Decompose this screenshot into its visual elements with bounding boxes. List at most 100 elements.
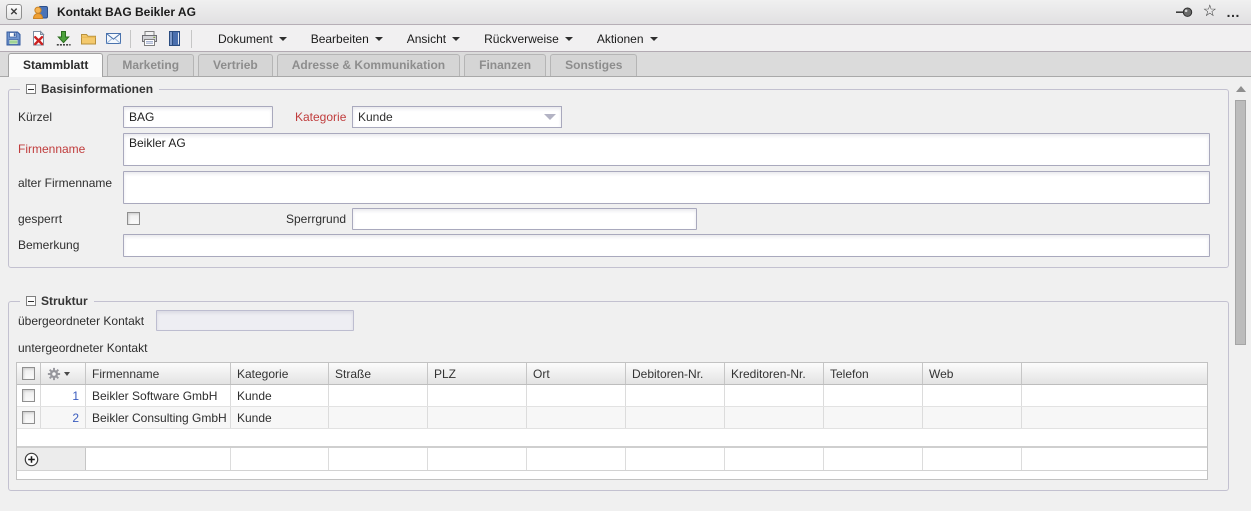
cell-kategorie[interactable]: Kunde [231,385,329,406]
untergeordneter-kontakt-label: untergeordneter Kontakt [18,341,147,355]
archive-button[interactable] [162,28,186,50]
print-icon [141,30,158,47]
window-title: Kontakt BAG Beikler AG [57,5,196,19]
favorite-star-button[interactable]: ☆ [1203,5,1217,19]
row-select-cell[interactable] [17,407,41,428]
toolbar-separator [191,30,192,48]
new-row-cell[interactable] [824,448,923,470]
print-button[interactable] [137,28,161,50]
cell-ort[interactable] [527,385,626,406]
alter-firmenname-label: alter Firmenname [18,176,112,190]
cell-kategorie[interactable]: Kunde [231,407,329,428]
cell-debitoren-nr[interactable] [626,385,725,406]
cell-web[interactable] [923,385,1022,406]
open-folder-button[interactable] [76,28,100,50]
new-row-cell[interactable] [428,448,527,470]
table-row[interactable]: 2 Beikler Consulting GmbH Kunde [17,407,1207,429]
menu-ansicht[interactable]: Ansicht [395,28,472,50]
collapse-icon[interactable] [26,84,36,94]
row-checkbox[interactable] [22,411,35,424]
gesperrt-checkbox[interactable] [127,212,140,225]
column-header-plz[interactable]: PLZ [428,363,527,384]
alter-firmenname-textarea[interactable] [123,171,1210,204]
new-row-cell[interactable] [626,448,725,470]
column-header-firmenname[interactable]: Firmenname [86,363,231,384]
cell-ort[interactable] [527,407,626,428]
cell-kreditoren-nr[interactable] [725,407,824,428]
cell-strasse[interactable] [329,385,428,406]
uebergeordneter-kontakt-input[interactable] [156,310,354,331]
column-header-kreditoren-nr[interactable]: Kreditoren-Nr. [725,363,824,384]
column-header-ort[interactable]: Ort [527,363,626,384]
new-row-cell[interactable] [86,448,231,470]
table-empty-area [17,429,1207,446]
folder-icon [80,30,97,47]
kuerzel-label: Kürzel [18,110,52,124]
row-number-link[interactable]: 1 [41,385,86,406]
select-all-checkbox[interactable] [22,367,35,380]
tab-marketing[interactable]: Marketing [107,54,194,76]
kategorie-dropdown[interactable]: Kunde [352,106,562,128]
email-button[interactable] [101,28,125,50]
tab-finanzen[interactable]: Finanzen [464,54,546,76]
legend-title: Struktur [41,294,88,308]
column-settings-header-cell[interactable] [41,363,86,384]
menu-bearbeiten[interactable]: Bearbeiten [299,28,395,50]
cell-firmenname[interactable]: Beikler Software GmbH [86,385,231,406]
firmenname-textarea[interactable]: Beikler AG [123,133,1210,166]
tab-adresse-kommunikation[interactable]: Adresse & Kommunikation [277,54,460,76]
menu-rueckverweise[interactable]: Rückverweise [472,28,585,50]
row-number-link[interactable]: 2 [41,407,86,428]
export-button[interactable] [51,28,75,50]
new-row-cell[interactable] [725,448,824,470]
menu-aktionen[interactable]: Aktionen [585,28,670,50]
delete-document-button[interactable] [26,28,50,50]
chevron-down-icon [452,37,460,41]
cell-telefon[interactable] [824,407,923,428]
cell-filler [1022,407,1207,428]
cell-filler [1022,385,1207,406]
select-all-header-cell[interactable] [17,363,41,384]
new-row-cell[interactable] [329,448,428,470]
column-header-debitoren-nr[interactable]: Debitoren-Nr. [626,363,725,384]
new-row-cell[interactable] [923,448,1022,470]
email-icon [105,30,122,47]
cell-plz[interactable] [428,407,527,428]
sperrgrund-input[interactable] [352,208,697,230]
cell-kreditoren-nr[interactable] [725,385,824,406]
pin-button[interactable] [1175,5,1194,20]
toolbar: Dokument Bearbeiten Ansicht Rückverweise… [0,26,1251,52]
menu-dokument[interactable]: Dokument [206,28,299,50]
row-select-cell[interactable] [17,385,41,406]
close-icon: ✕ [10,7,18,18]
more-options-button[interactable]: … [1226,7,1241,17]
scrollbar-thumb[interactable] [1235,100,1246,345]
cell-telefon[interactable] [824,385,923,406]
tab-vertrieb[interactable]: Vertrieb [198,54,273,76]
scroll-up-arrow-icon[interactable] [1236,86,1246,92]
row-checkbox[interactable] [22,389,35,402]
tab-sonstiges[interactable]: Sonstiges [550,54,637,76]
table-row[interactable]: 1 Beikler Software GmbH Kunde [17,385,1207,407]
bemerkung-input[interactable] [123,234,1210,257]
cell-plz[interactable] [428,385,527,406]
save-button[interactable] [1,28,25,50]
chevron-down-icon [565,37,573,41]
collapse-icon[interactable] [26,296,36,306]
cell-web[interactable] [923,407,1022,428]
cell-debitoren-nr[interactable] [626,407,725,428]
column-header-telefon[interactable]: Telefon [824,363,923,384]
close-button[interactable]: ✕ [6,4,22,20]
column-header-kategorie[interactable]: Kategorie [231,363,329,384]
kuerzel-input[interactable] [123,106,273,128]
new-row-cell[interactable] [231,448,329,470]
cell-strasse[interactable] [329,407,428,428]
column-header-web[interactable]: Web [923,363,1022,384]
tab-stammblatt[interactable]: Stammblatt [8,53,103,77]
new-row-cell[interactable] [527,448,626,470]
cell-firmenname[interactable]: Beikler Consulting GmbH [86,407,231,428]
add-row-cell[interactable] [17,448,86,470]
vertical-scrollbar[interactable] [1234,82,1247,492]
column-header-strasse[interactable]: Straße [329,363,428,384]
legend-title: Basisinformationen [41,82,153,96]
